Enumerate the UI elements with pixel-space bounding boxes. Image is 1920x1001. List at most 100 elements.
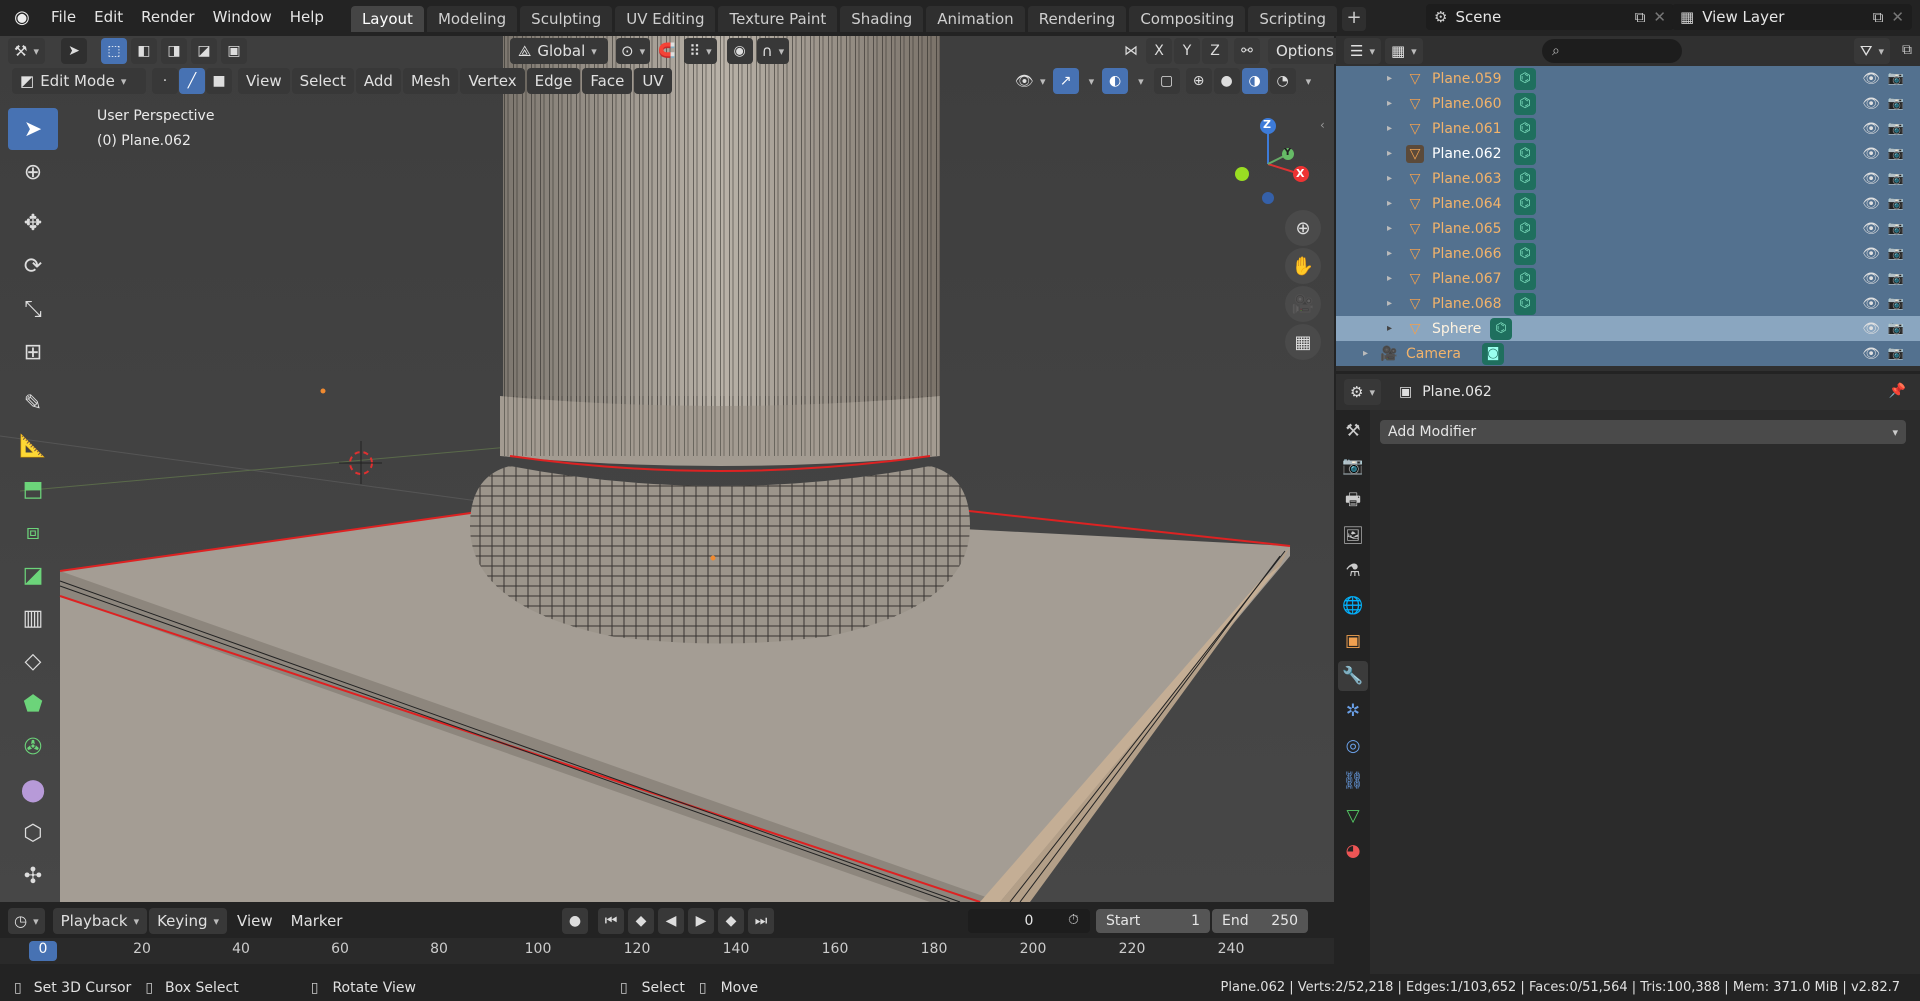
- tool-settings-tab-icon[interactable]: ⚒: [1338, 416, 1368, 446]
- render-camera-icon[interactable]: 📷: [1888, 71, 1904, 86]
- bevel-tool-icon[interactable]: ◪: [8, 554, 58, 596]
- menu-help[interactable]: Help: [281, 5, 333, 29]
- snap-element-dropdown[interactable]: ⠿: [684, 38, 717, 64]
- jump-end-icon[interactable]: ⏭: [748, 908, 774, 934]
- outliner-row-active[interactable]: ▸ ▽ Plane.062 ⌬ 👁 📷: [1336, 141, 1920, 166]
- add-workspace-button[interactable]: +: [1342, 7, 1367, 31]
- output-tab-icon[interactable]: 🖶: [1338, 486, 1368, 516]
- overlay-toggle-icon[interactable]: ◐: [1102, 68, 1129, 94]
- mesh-data-icon[interactable]: ⌬: [1514, 117, 1536, 140]
- keying-menu[interactable]: Keying: [149, 908, 228, 934]
- copy-view-layer-icon[interactable]: ⧉: [1873, 8, 1884, 26]
- view-layer-selector[interactable]: ▦ View Layer ⧉ ✕: [1672, 4, 1912, 30]
- particles-tab-icon[interactable]: ✲: [1338, 696, 1368, 726]
- overlay-dropdown[interactable]: [1130, 68, 1146, 94]
- shrink-fatten-tool-icon[interactable]: ✣: [8, 855, 58, 897]
- mesh-data-icon[interactable]: ⌬: [1514, 192, 1536, 215]
- properties-editor-type-button[interactable]: ⚙: [1344, 379, 1381, 405]
- viewport-menu-add[interactable]: Add: [355, 68, 401, 94]
- camera-view-icon[interactable]: 🎥: [1285, 286, 1321, 322]
- playback-menu[interactable]: Playback: [52, 908, 148, 934]
- tab-scripting[interactable]: Scripting: [1248, 6, 1338, 32]
- render-camera-icon[interactable]: 📷: [1888, 221, 1904, 236]
- loop-cut-tool-icon[interactable]: ▥: [8, 597, 58, 639]
- viewport-menu-face[interactable]: Face: [582, 68, 633, 94]
- end-frame-field[interactable]: End 250: [1212, 909, 1308, 933]
- eye-icon[interactable]: 👁: [1862, 271, 1880, 287]
- eye-icon[interactable]: 👁: [1862, 246, 1880, 262]
- inset-tool-icon[interactable]: ⧈: [8, 511, 58, 553]
- play-icon[interactable]: ▶: [688, 908, 714, 934]
- auto-merge-icon[interactable]: ⚯: [1234, 38, 1260, 64]
- orthographic-grid-icon[interactable]: ▦: [1285, 324, 1321, 360]
- mirror-x-toggle[interactable]: X: [1146, 38, 1172, 64]
- proportional-edit-icon[interactable]: ◉: [726, 38, 753, 64]
- editor-type-button[interactable]: ⚒: [8, 38, 45, 64]
- blender-logo-icon[interactable]: ◉: [8, 5, 36, 29]
- tab-texture-paint[interactable]: Texture Paint: [718, 6, 838, 32]
- select-subtract-icon[interactable]: ◨: [160, 38, 187, 64]
- edge-slide-tool-icon[interactable]: ⬡: [8, 812, 58, 854]
- select-invert-icon[interactable]: ◪: [190, 38, 217, 64]
- shading-dropdown[interactable]: [1298, 68, 1314, 94]
- timeline-ruler[interactable]: 0 20 40 60 80 100 120 140 160 180 200 22…: [0, 938, 1334, 964]
- rotate-tool-icon[interactable]: ⟳: [8, 245, 58, 287]
- scale-tool-icon[interactable]: ⤡: [8, 288, 58, 330]
- copy-scene-icon[interactable]: ⧉: [1635, 8, 1646, 26]
- pan-hand-icon[interactable]: ✋: [1285, 248, 1321, 284]
- outliner-row[interactable]: ▸ ▽ Plane.060 ⌬ 👁 📷: [1336, 91, 1920, 116]
- viewport-scene[interactable]: [0, 36, 1334, 902]
- mesh-data-icon[interactable]: ⌬: [1514, 167, 1536, 190]
- viewport-menu-edge[interactable]: Edge: [526, 68, 581, 94]
- eye-icon[interactable]: 👁: [1862, 346, 1880, 362]
- select-intersect-icon[interactable]: ▣: [220, 38, 247, 64]
- solid-shading-icon[interactable]: ●: [1213, 68, 1240, 94]
- gizmo-y-label[interactable]: Y: [1284, 147, 1291, 158]
- render-camera-icon[interactable]: 📷: [1888, 196, 1904, 211]
- tab-uv-editing[interactable]: UV Editing: [615, 6, 716, 32]
- outliner-row[interactable]: ▸ ▽ Plane.059 ⌬ 👁 📷: [1336, 66, 1920, 91]
- pivot-point-dropdown[interactable]: ⊙: [616, 38, 651, 64]
- rendered-shading-icon[interactable]: ◔: [1269, 68, 1296, 94]
- menu-render[interactable]: Render: [132, 5, 203, 29]
- menu-edit[interactable]: Edit: [85, 5, 132, 29]
- world-tab-icon[interactable]: 🌐: [1338, 591, 1368, 621]
- select-extend-icon[interactable]: ◧: [130, 38, 157, 64]
- sidebar-collapse-icon[interactable]: ‹: [1320, 118, 1325, 132]
- move-tool-icon[interactable]: ✥: [8, 202, 58, 244]
- menu-file[interactable]: File: [42, 5, 85, 29]
- measure-tool-icon[interactable]: 📐: [8, 425, 58, 467]
- marker-menu[interactable]: Marker: [283, 908, 351, 934]
- navigation-gizmo[interactable]: Z X Y: [1220, 106, 1310, 206]
- eye-icon[interactable]: 👁: [1862, 146, 1880, 162]
- mesh-data-icon[interactable]: ⌬: [1514, 67, 1536, 90]
- select-new-icon[interactable]: ⬚: [100, 38, 127, 64]
- remove-scene-icon[interactable]: ✕: [1653, 8, 1666, 26]
- object-tab-icon[interactable]: ▣: [1338, 626, 1368, 656]
- mesh-data-icon[interactable]: ⌬: [1514, 267, 1536, 290]
- knife-tool-icon[interactable]: ◇: [8, 640, 58, 682]
- cursor-tool-icon[interactable]: ⊕: [8, 151, 58, 193]
- transform-tool-icon[interactable]: ⊞: [8, 331, 58, 373]
- mesh-data-icon[interactable]: ⌬: [1514, 217, 1536, 240]
- record-icon[interactable]: ●: [562, 908, 588, 934]
- camera-data-icon[interactable]: ◙: [1482, 342, 1504, 365]
- eye-icon[interactable]: 👁: [1862, 296, 1880, 312]
- scene-tab-icon[interactable]: ⚗: [1338, 556, 1368, 586]
- select-box-tool-icon[interactable]: ➤: [8, 108, 58, 150]
- viewport-menu-vertex[interactable]: Vertex: [460, 68, 525, 94]
- play-reverse-icon[interactable]: ◀: [658, 908, 684, 934]
- edge-select-mode-icon[interactable]: ╱: [179, 68, 205, 94]
- render-camera-icon[interactable]: 📷: [1888, 96, 1904, 111]
- eye-icon[interactable]: 👁: [1862, 96, 1880, 112]
- outliner-row[interactable]: ▸ ▽ Plane.064 ⌬ 👁 📷: [1336, 191, 1920, 216]
- 3d-viewport[interactable]: User Perspective (0) Plane.062 Z X Y ⊕ ✋…: [0, 36, 1334, 902]
- annotate-tool-icon[interactable]: ✎: [8, 382, 58, 424]
- tab-sculpting[interactable]: Sculpting: [520, 6, 613, 32]
- xray-toggle-icon[interactable]: ▢: [1153, 68, 1180, 94]
- mirror-y-toggle[interactable]: Y: [1174, 38, 1200, 64]
- render-camera-icon[interactable]: 📷: [1888, 146, 1904, 161]
- view-layer-tab-icon[interactable]: 🖼: [1338, 521, 1368, 551]
- constraints-tab-icon[interactable]: ⛓: [1338, 766, 1368, 796]
- tab-rendering[interactable]: Rendering: [1027, 6, 1127, 32]
